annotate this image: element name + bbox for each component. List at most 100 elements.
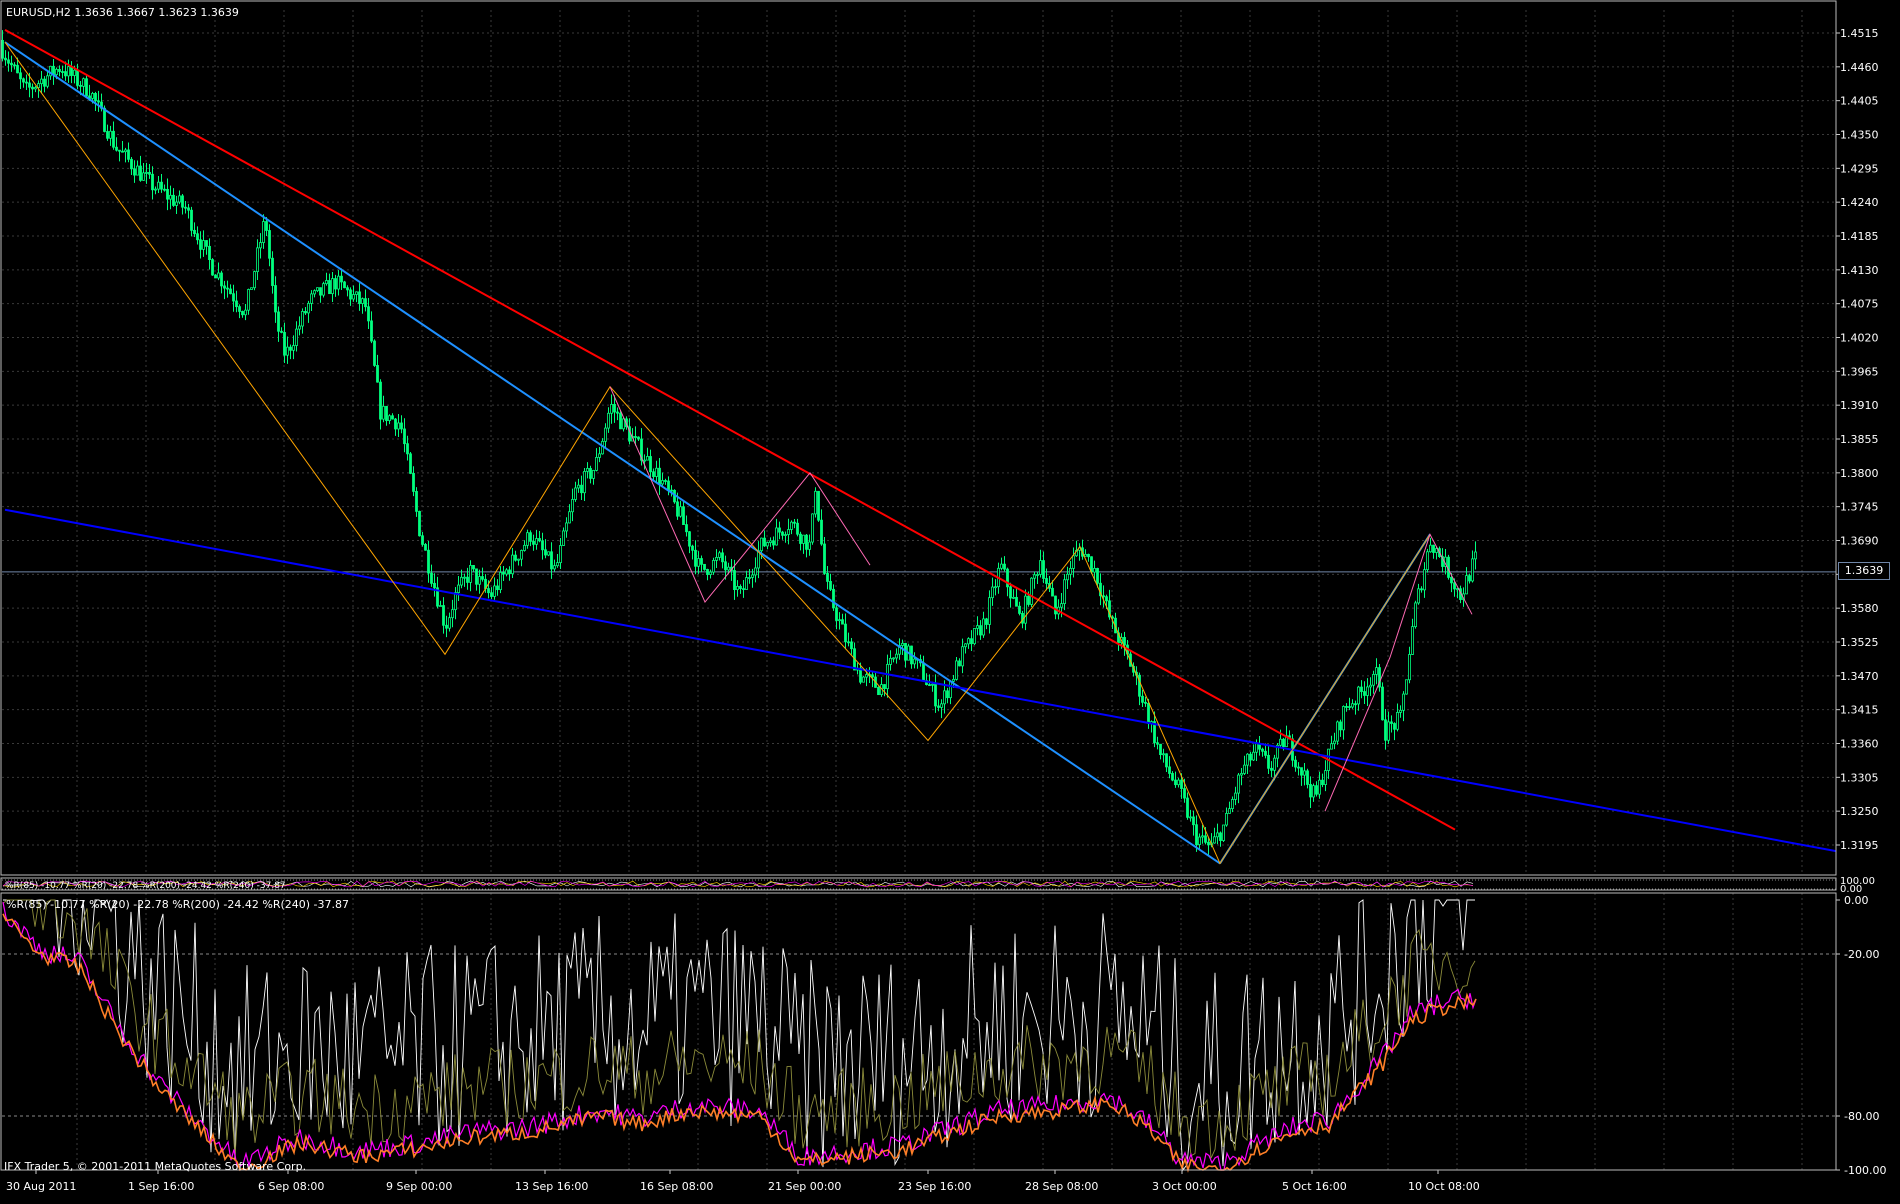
candle-body bbox=[433, 582, 436, 589]
price-tick-label: 1.3965 bbox=[1840, 365, 1879, 378]
candle-body bbox=[163, 188, 166, 191]
candle-body bbox=[4, 57, 7, 61]
candle-body bbox=[1354, 703, 1357, 706]
candle-body bbox=[733, 570, 736, 591]
candle-body bbox=[511, 554, 514, 575]
candle-body bbox=[865, 674, 868, 678]
candle-body bbox=[814, 490, 817, 515]
candle-body bbox=[1426, 551, 1429, 571]
candle-body bbox=[1174, 779, 1177, 786]
candle-body bbox=[895, 653, 898, 659]
price-tick-label: 1.3525 bbox=[1840, 636, 1879, 649]
candle-body bbox=[808, 541, 811, 550]
candle-body bbox=[985, 618, 988, 625]
candle-body bbox=[1324, 770, 1327, 785]
indicator-title: %R(85) -10.77 %R(20) -22.78 %R(200) -24.… bbox=[6, 898, 350, 911]
candle-body bbox=[256, 247, 259, 272]
candle-body bbox=[76, 69, 79, 86]
candle-body bbox=[1468, 575, 1471, 582]
candle-body bbox=[1303, 770, 1306, 776]
candle-body bbox=[943, 690, 946, 705]
candle-body bbox=[418, 510, 421, 537]
candle-body bbox=[313, 290, 316, 295]
candle-body bbox=[427, 549, 430, 574]
candle-body bbox=[496, 585, 499, 591]
candle-body bbox=[430, 572, 433, 584]
time-tick-label: 30 Aug 2011 bbox=[6, 1180, 76, 1193]
candle-body bbox=[1201, 835, 1204, 838]
candle-body bbox=[556, 562, 559, 567]
candle-body bbox=[181, 195, 184, 208]
candle-body bbox=[1315, 785, 1318, 795]
candle-body bbox=[376, 365, 379, 383]
candle-body bbox=[886, 664, 889, 690]
candle-body bbox=[559, 545, 562, 564]
candle-body bbox=[1198, 836, 1201, 845]
candle-body bbox=[541, 540, 544, 551]
time-tick-label: 23 Sep 16:00 bbox=[898, 1180, 971, 1193]
candle-body bbox=[85, 78, 88, 97]
candle-body bbox=[1015, 596, 1018, 607]
candle-body bbox=[526, 532, 529, 546]
candle-body bbox=[685, 524, 688, 533]
candle-body bbox=[928, 684, 931, 687]
candle-body bbox=[1261, 748, 1264, 752]
candle-body bbox=[118, 149, 121, 152]
candle-body bbox=[988, 597, 991, 625]
candle-body bbox=[169, 194, 172, 200]
candle-body bbox=[700, 558, 703, 565]
candle-body bbox=[655, 467, 658, 477]
candle-body bbox=[736, 585, 739, 591]
candle-body bbox=[838, 619, 841, 622]
candle-body bbox=[1051, 587, 1054, 597]
candle-body bbox=[688, 531, 691, 547]
candle-body bbox=[478, 576, 481, 585]
candle-body bbox=[670, 489, 673, 492]
candle-body bbox=[7, 59, 10, 64]
candle-body bbox=[1246, 753, 1249, 766]
candle-body bbox=[112, 130, 115, 148]
candle-body bbox=[547, 551, 550, 556]
candle-body bbox=[643, 459, 646, 462]
candle-body bbox=[802, 534, 805, 544]
candle-body bbox=[940, 703, 943, 708]
candle-body bbox=[1264, 750, 1267, 756]
candle-body bbox=[508, 569, 511, 575]
candle-body bbox=[823, 543, 826, 574]
candle-body bbox=[490, 592, 493, 597]
candle-body bbox=[955, 660, 958, 680]
candle-body bbox=[136, 165, 139, 176]
candle-body bbox=[1189, 816, 1192, 819]
candle-body bbox=[493, 585, 496, 597]
price-tick-label: 1.4295 bbox=[1840, 162, 1879, 175]
price-tick-label: 1.4020 bbox=[1840, 332, 1879, 345]
candle-body bbox=[1066, 573, 1069, 581]
candle-body bbox=[964, 643, 967, 648]
candle-body bbox=[1180, 779, 1183, 789]
candle-body bbox=[1069, 568, 1072, 575]
candle-body bbox=[847, 641, 850, 644]
price-tick-label: 1.4405 bbox=[1840, 95, 1879, 108]
candle-body bbox=[58, 68, 61, 72]
candle-body bbox=[652, 471, 655, 477]
candle-body bbox=[1183, 788, 1186, 799]
candle-body bbox=[34, 87, 37, 90]
candle-body bbox=[715, 557, 718, 561]
price-chart[interactable]: 1.4515 1.4460 1.4405 1.4350 1.4295 1.4240 1.41… bbox=[0, 0, 1900, 1200]
candle-body bbox=[706, 569, 709, 575]
candle-body bbox=[316, 287, 319, 292]
candle-body bbox=[1165, 753, 1168, 768]
candle-body bbox=[178, 195, 181, 203]
candle-body bbox=[1333, 740, 1336, 745]
candle-body bbox=[79, 84, 82, 87]
candle-body bbox=[145, 172, 148, 174]
candle-body bbox=[409, 453, 412, 474]
candle-body bbox=[130, 158, 133, 170]
candle-body bbox=[133, 168, 136, 176]
candle-body bbox=[199, 239, 202, 250]
candle-body bbox=[937, 705, 940, 708]
candle-body bbox=[25, 81, 28, 84]
time-tick-label: 9 Sep 00:00 bbox=[386, 1180, 452, 1193]
candle-body bbox=[1420, 588, 1423, 591]
candle-body bbox=[763, 537, 766, 547]
